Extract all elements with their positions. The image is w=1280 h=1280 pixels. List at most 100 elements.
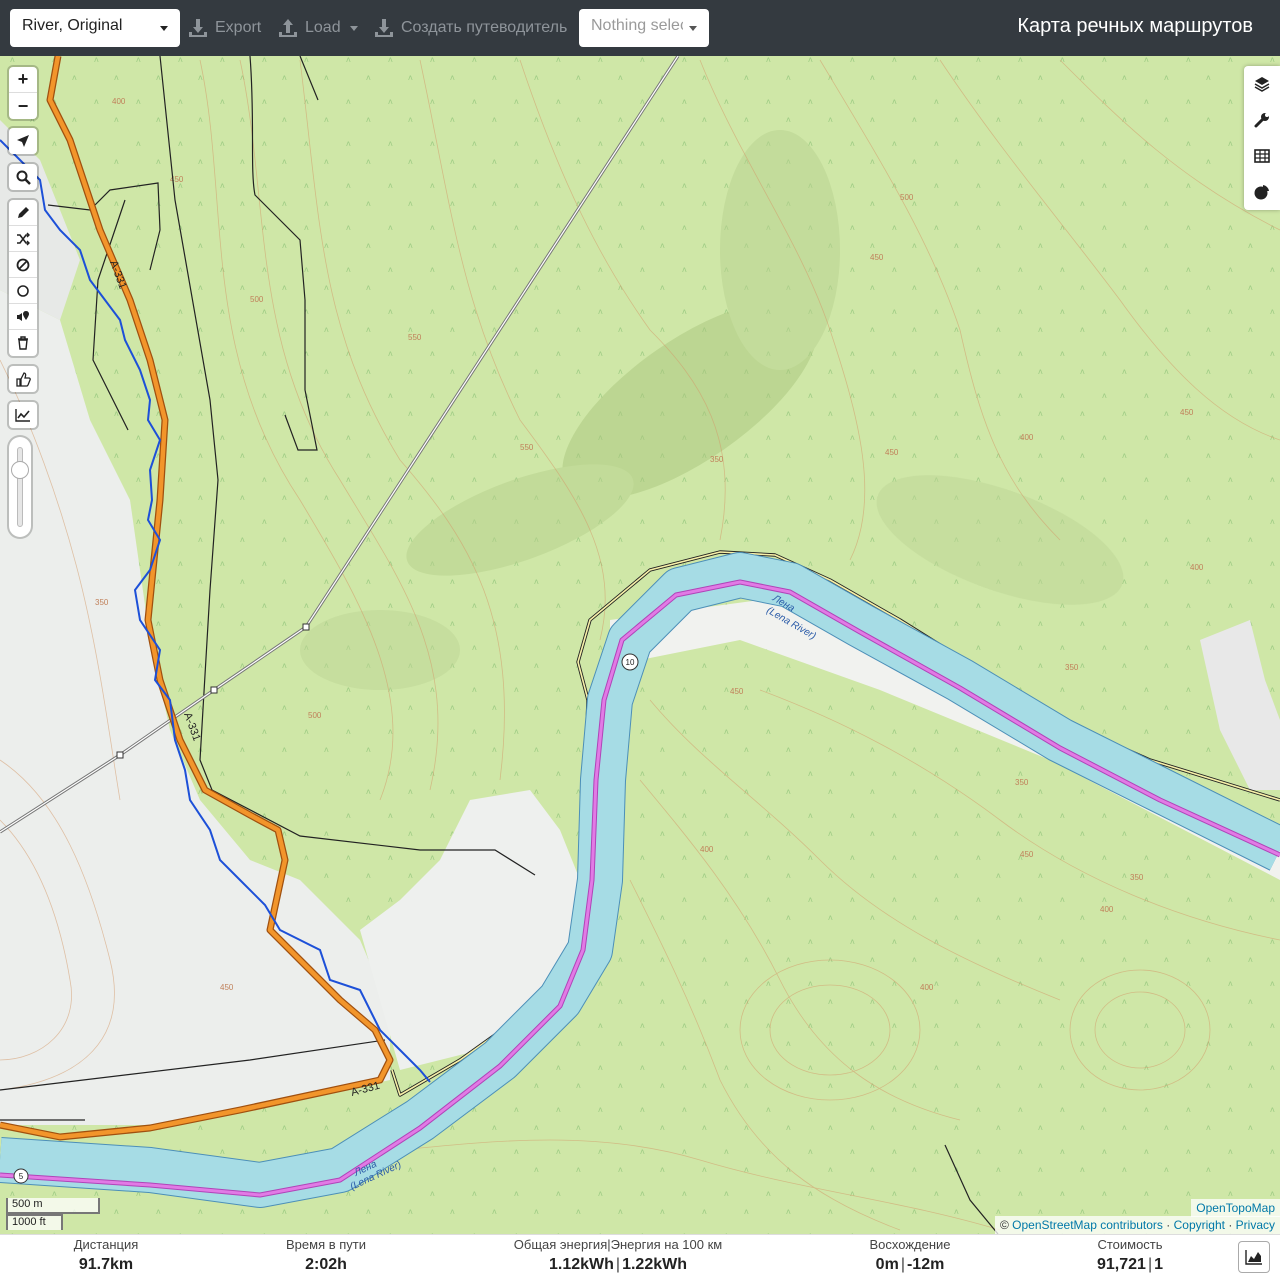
export-button[interactable]: Export [188,14,261,42]
route-marker-label: 5 [19,1172,24,1181]
route-marker-10[interactable]: 10 [621,653,639,671]
shuffle-icon [17,232,30,245]
top-navbar: River, Original Export Load Создать путе… [0,0,1280,56]
contour-label: 500 [250,295,264,304]
contour-label: 400 [920,983,934,992]
circle-button[interactable] [9,278,37,304]
profile-select[interactable]: River, Original [10,9,180,47]
zoom-control: + − [9,67,37,119]
block-icon [16,258,30,271]
opacity-slider[interactable] [9,437,31,537]
layers-button[interactable] [1244,66,1280,102]
contour-label: 550 [520,443,534,452]
stat-time: Время в пути 2:02h [276,1237,376,1277]
energy-per-100-value: 1.22 [622,1256,654,1273]
layer-attribution[interactable]: OpenTopoMap [1191,1199,1280,1217]
wrench-icon [1254,113,1269,128]
energy-per-100-label: Энергия на 100 км [610,1237,723,1252]
stat-distance: Дистанция 91.7km [56,1237,156,1277]
contour-label: 400 [1020,433,1034,442]
table-button[interactable] [1244,138,1280,174]
contour-label: 400 [112,97,126,106]
elevation-chart-button[interactable] [1238,1241,1270,1273]
time-unit: h [337,1256,347,1273]
create-guide-button[interactable]: Создать путеводитель [374,14,567,42]
voice-hints-button[interactable] [9,304,37,330]
route-stats-bar: Дистанция 91.7km Время в пути 2:02h Обща… [0,1234,1280,1280]
distance-unit: km [110,1256,134,1273]
draw-route-button[interactable] [9,200,37,226]
attribution-separator: · [1166,1218,1171,1232]
locate-icon [17,135,29,147]
scale-imperial: 1000 ft [6,1214,63,1230]
contour-label: 350 [1130,873,1144,882]
app-title: Карта речных маршрутов [1017,15,1253,37]
privacy-link[interactable]: Privacy [1236,1218,1275,1232]
osm-link[interactable]: OpenStreetMap contributors [1012,1218,1163,1232]
export-label: Export [215,19,262,36]
download-icon [375,19,393,37]
search-button[interactable] [9,164,37,190]
stat-label: Стоимость [1097,1237,1163,1252]
feedback-button[interactable] [9,366,37,392]
draw-tools [9,200,37,356]
load-label: Load [305,19,341,36]
ascent-unit: m [884,1256,899,1273]
reverse-route-button[interactable] [9,226,37,252]
contour-label: 450 [730,687,744,696]
table-icon [1254,149,1270,163]
stat-cost: Стоимость 91,721 | 1 [1080,1237,1180,1277]
stat-label: Общая энергия|Энергия на 100 км [513,1237,723,1252]
track-select-placeholder: Nothing selected [591,17,683,34]
topo-map-layer[interactable]: ᴧ ᴧ [0,56,1280,1234]
attribution-prefix: © [999,1218,1009,1232]
elevation-profile-button[interactable] [9,402,37,428]
contour-label: 350 [710,455,724,464]
contour-label: 400 [700,845,714,854]
slider-handle[interactable] [11,461,29,479]
voice-pin-icon [17,310,29,321]
search-icon [16,170,31,185]
route-marker-5[interactable]: 5 [13,1168,29,1184]
feedback-control [9,366,37,392]
locate-button[interactable] [9,128,37,154]
distance-value: 91.7 [78,1256,110,1273]
copyright-link[interactable]: Copyright [1174,1218,1225,1232]
attribution-separator: · [1228,1218,1233,1232]
delete-route-button[interactable] [9,330,37,356]
statistics-button[interactable] [1244,174,1280,210]
contour-label: 450 [885,448,899,457]
area-chart-icon [1245,1250,1262,1265]
zoom-out-button[interactable]: − [9,93,37,119]
nogo-area-button[interactable] [9,252,37,278]
elevation-control [9,402,37,428]
stat-value: 91,721 | 1 [1097,1256,1163,1273]
energy-total-value: 1.12 [549,1256,581,1273]
stat-value: 2:02h [276,1253,376,1277]
energy-unit: kWh [653,1256,687,1273]
stat-label: Восхождение [869,1237,951,1252]
trash-icon [18,336,28,350]
contour-label: 350 [95,598,109,607]
right-toolbar [1244,66,1280,210]
chevron-down-icon [349,25,358,31]
energy-unit: kWh [580,1256,614,1273]
stat-value: 1.12kWh | 1.22kWh [549,1256,687,1273]
contour-label: 500 [900,193,914,202]
stat-value: 0m | -12m [875,1256,945,1273]
map-canvas[interactable]: ᴧ ᴧ [0,56,1280,1234]
settings-button[interactable] [1244,102,1280,138]
cost-value: 91,721 [1097,1256,1146,1273]
contour-label: 500 [308,711,322,720]
contour-label: 350 [1015,778,1029,787]
load-button[interactable]: Load [278,14,358,42]
contour-label: 450 [1020,850,1034,859]
track-select[interactable]: Nothing selected [579,9,709,47]
contour-label: 450 [870,253,884,262]
descent-value: -12 [906,1256,931,1273]
zoom-in-button[interactable]: + [9,67,37,93]
pencil-icon [18,206,29,218]
profile-select-value: River, Original [22,17,123,34]
contour-label: 400 [1100,905,1114,914]
chevron-down-icon [689,26,697,31]
